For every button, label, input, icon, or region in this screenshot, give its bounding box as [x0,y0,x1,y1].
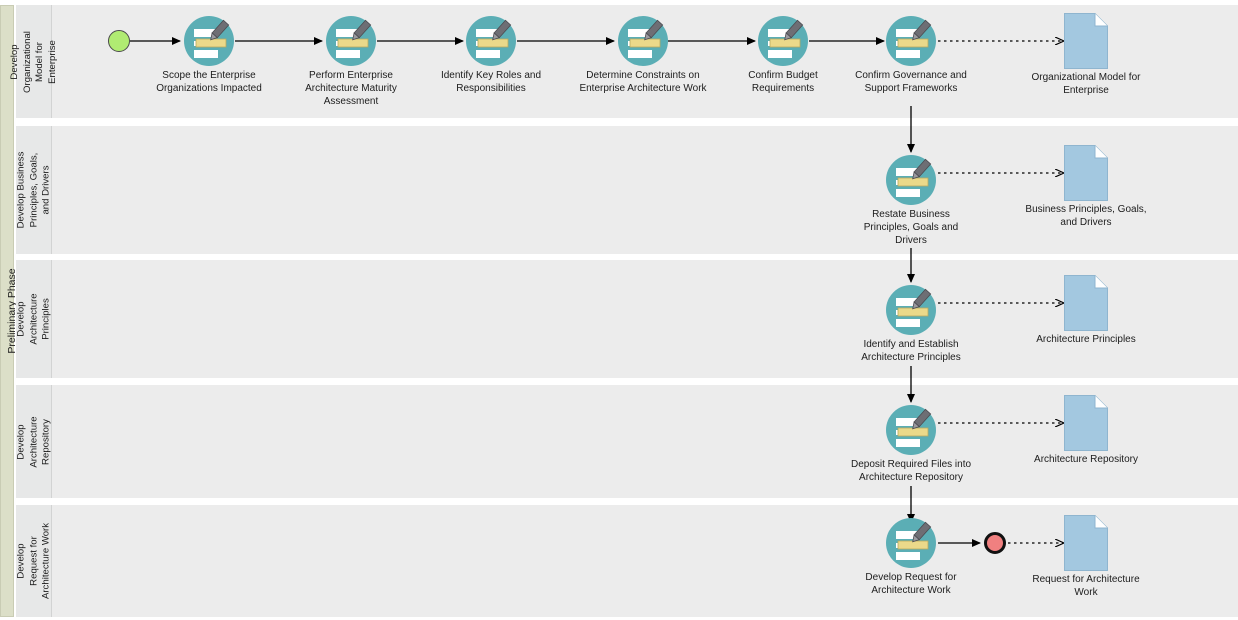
task-label: Identify and Establish Architecture Prin… [861,339,961,363]
task-icon [466,16,516,66]
task-develop-request[interactable]: Develop Request for Architecture Work [865,517,957,596]
task-icon [326,16,376,66]
task-deposit-files[interactable]: Deposit Required Files into Architecture… [851,404,971,483]
data-label: Business Principles, Goals, and Drivers [1025,204,1147,228]
data-label: Organizational Model for Enterprise [1031,72,1141,96]
lane-develop-request-for-architecture-work: Develop Request for Architecture Work [15,505,1238,617]
task-icon [886,405,936,455]
pool-header-preliminary-phase: Preliminary Phase [0,5,18,617]
document-icon [1064,275,1108,331]
lane-header-1: Develop Organizational Model for Enterpr… [9,5,57,118]
task-label: Develop Request for Architecture Work [865,572,957,596]
task-identify-establish[interactable]: Identify and Establish Architecture Prin… [861,284,961,363]
data-label: Architecture Repository [1034,454,1138,465]
document-icon [1064,515,1108,571]
task-scope-enterprise[interactable]: Scope the Enterprise Organizations Impac… [156,15,262,94]
task-label: Restate Business Principles, Goals and D… [863,209,959,246]
lane-label-2: Develop Business Principles, Goals, and … [14,151,51,229]
task-label: Confirm Governance and Support Framework… [855,70,967,94]
task-confirm-budget[interactable]: Confirm Budget Requirements [748,15,818,94]
data-organizational-model[interactable]: Organizational Model for Enterprise [1032,13,1140,96]
end-event[interactable] [984,532,1006,554]
task-identify-roles[interactable]: Identify Key Roles and Responsibilities [441,15,541,94]
task-icon [758,16,808,66]
data-request-architecture[interactable]: Request for Architecture Work [1032,515,1140,598]
lane-label-4: Develop Architecture Repository [14,415,51,468]
task-icon [886,155,936,205]
task-icon [618,16,668,66]
data-label: Request for Architecture Work [1032,574,1140,598]
task-icon [886,518,936,568]
lane-develop-architecture-principles: Develop Architecture Principles [15,260,1238,378]
task-perform-maturity[interactable]: Perform Enterprise Architecture Maturity… [305,15,397,107]
task-label: Identify Key Roles and Responsibilities [440,70,542,94]
task-determine-constraints[interactable]: Determine Constraints on Enterprise Arch… [579,15,707,94]
document-icon [1064,395,1108,451]
lane-header-5: Develop Request for Architecture Work [15,505,52,617]
lane-label-3: Develop Architecture Principles [14,293,51,345]
task-label: Deposit Required Files into Architecture… [850,459,972,483]
lane-label-5: Develop Request for Architecture Work [14,522,51,600]
start-event[interactable] [108,30,130,52]
lane-develop-architecture-repository: Develop Architecture Repository [15,385,1238,498]
task-icon [886,16,936,66]
data-business-principles[interactable]: Business Principles, Goals, and Drivers [1025,145,1147,228]
document-icon [1064,145,1108,201]
lane-label-1: Develop Organizational Model for Enterpr… [8,30,58,93]
data-architecture-repository[interactable]: Architecture Repository [1034,395,1138,465]
lane-develop-business-principles: Develop Business Principles, Goals, and … [15,126,1238,254]
task-icon [184,16,234,66]
bpmn-diagram: Preliminary Phase Develop Organizational… [0,0,1238,620]
task-restate-business[interactable]: Restate Business Principles, Goals and D… [864,154,958,246]
lane-header-4: Develop Architecture Repository [15,385,52,498]
task-icon [886,285,936,335]
data-architecture-principles[interactable]: Architecture Principles [1036,275,1136,345]
data-label: Architecture Principles [1036,334,1136,345]
document-icon [1064,13,1108,69]
lane-header-2: Develop Business Principles, Goals, and … [15,126,52,254]
task-confirm-governance[interactable]: Confirm Governance and Support Framework… [855,15,967,94]
lane-header-3: Develop Architecture Principles [15,260,52,378]
